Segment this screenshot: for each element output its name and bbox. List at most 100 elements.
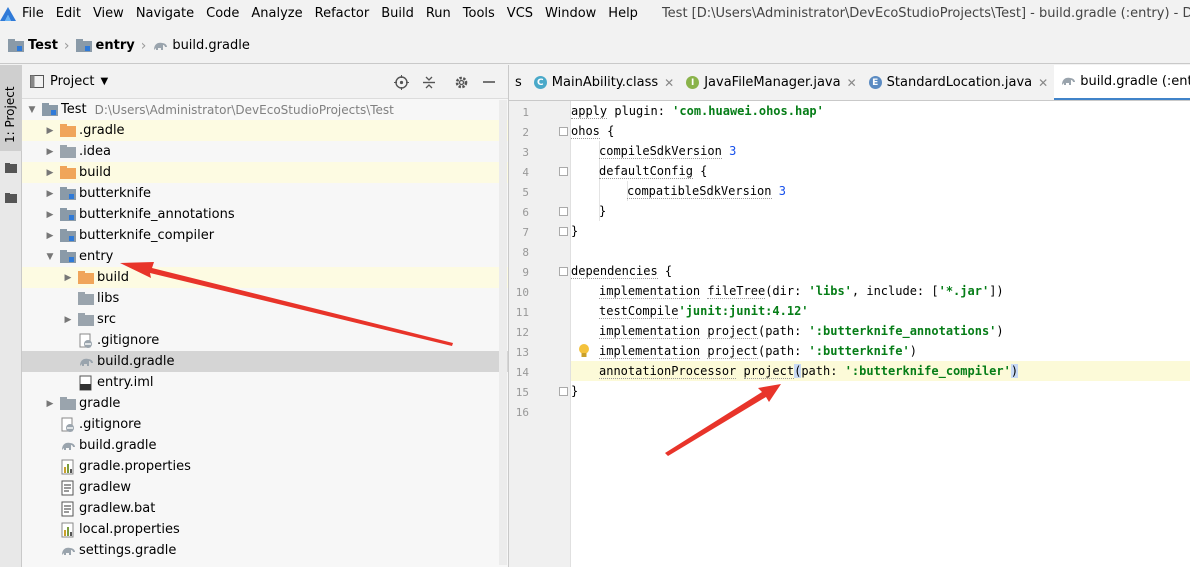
line-number: 9 [522,266,529,279]
vertical-scrollbar[interactable] [499,100,507,565]
code-token: ':butterknife_annotations' [808,324,997,338]
breadcrumb-item-test[interactable]: Test [8,28,58,64]
locate-icon[interactable] [392,73,410,91]
code-token: 3 [778,184,786,198]
menu-code[interactable]: Code [200,0,245,28]
close-icon[interactable]: ✕ [1038,76,1048,90]
tree-row[interactable]: build.gradle [22,435,508,456]
tab-label: build.gradle (:entry [1080,73,1190,89]
code-line-12: implementation project(path: ':butterkni… [599,321,1004,341]
line-number: 2 [522,126,529,139]
code-token: project [707,324,758,339]
tree-row[interactable]: entry.iml [22,372,508,393]
expand-right-icon[interactable]: ▶ [44,183,56,204]
menu-navigate[interactable]: Navigate [130,0,200,28]
tree-row[interactable]: libs [22,288,508,309]
minimize-icon[interactable] [480,73,498,91]
code-line-1: apply plugin: 'com.huawei.ohos.hap' [571,101,824,121]
code-token: path: [801,364,845,378]
tab-overflow[interactable]: s [509,65,528,100]
module-folder-icon [60,249,76,265]
fold-marker-icon[interactable] [559,267,568,276]
menu-window[interactable]: Window [539,0,602,28]
tab-standard-location[interactable]: E StandardLocation.java ✕ [863,65,1055,100]
menu-refactor[interactable]: Refactor [309,0,376,28]
code-editor[interactable]: apply plugin: 'com.huawei.ohos.hap' ohos… [571,101,1190,567]
tree-row[interactable]: ▶ gradle [22,393,508,414]
gear-icon[interactable] [452,73,470,91]
expand-right-icon[interactable]: ▶ [44,204,56,225]
menu-analyze[interactable]: Analyze [245,0,308,28]
expand-right-icon[interactable]: ▶ [44,162,56,183]
tree-row[interactable]: .gitignore [22,330,508,351]
fold-marker-icon[interactable] [559,227,568,236]
expand-right-icon[interactable]: ▶ [62,267,74,288]
interface-icon: I [686,76,700,89]
tab-main-ability-class[interactable]: C MainAbility.class ✕ [528,65,680,100]
tab-java-file-manager[interactable]: I JavaFileManager.java ✕ [680,65,862,100]
properties-file-icon [60,522,76,538]
tree-item-label: build [79,165,111,180]
tree-item-label: src [97,312,116,327]
tool-window-stripe: 1: Project [0,65,22,567]
folder-icon[interactable] [5,193,17,203]
fold-marker-icon[interactable] [559,207,568,216]
menu-help[interactable]: Help [602,0,644,28]
expand-right-icon[interactable]: ▶ [44,120,56,141]
project-panel: Project ▼ ▼ Test D:\Users\Administrator\De… [22,65,509,567]
fold-marker-icon[interactable] [559,387,568,396]
editor-gutter[interactable]: 1 2 3 4 5 6 7 8 9 10 11 12 13 14 15 16 [509,101,589,567]
chevron-down-icon[interactable]: ▼ [100,76,108,87]
tab-build-gradle-entry[interactable]: build.gradle (:entry [1054,65,1190,100]
menu-build[interactable]: Build [375,0,420,28]
expand-down-icon[interactable]: ▼ [44,246,56,267]
close-icon[interactable]: ✕ [847,76,857,90]
menu-edit[interactable]: Edit [50,0,87,28]
tree-row[interactable]: ▶ build [22,162,508,183]
tree-row[interactable]: ▶ butterknife_compiler [22,225,508,246]
menu-file[interactable]: File [16,0,50,28]
fold-marker-icon[interactable] [559,167,568,176]
breadcrumb-item-entry[interactable]: entry [75,28,135,64]
excluded-folder-icon [78,270,94,286]
line-number: 16 [515,406,529,419]
expand-down-icon[interactable]: ▼ [26,99,38,120]
tree-row[interactable]: settings.gradle [22,540,508,561]
menu-run[interactable]: Run [420,0,457,28]
tree-row[interactable]: ▼ Test D:\Users\Administrator\DevEcoStudio… [22,99,508,120]
menu-tools[interactable]: Tools [457,0,501,28]
tree-row[interactable]: ▶ butterknife_annotations [22,204,508,225]
code-token: , include: [ [851,284,939,298]
project-view-selector[interactable]: Project [50,74,94,89]
folder-icon[interactable] [5,163,17,173]
editor-tab-bar: s C MainAbility.class ✕ I JavaFileManage… [509,65,1190,101]
tree-row[interactable]: gradlew.bat [22,498,508,519]
tree-row[interactable]: local.properties [22,519,508,540]
expand-right-icon[interactable]: ▶ [44,225,56,246]
tree-row[interactable]: ▶ butterknife [22,183,508,204]
menu-view[interactable]: View [87,0,130,28]
tree-row[interactable]: gradle.properties [22,456,508,477]
code-token: dependencies [571,264,658,279]
tree-row[interactable]: ▶ src [22,309,508,330]
close-icon[interactable]: ✕ [664,76,674,90]
breadcrumb-item-build-gradle[interactable]: build.gradle [152,28,250,64]
fold-marker-icon[interactable] [559,127,568,136]
expand-right-icon[interactable]: ▶ [44,393,56,414]
menu-vcs[interactable]: VCS [501,0,539,28]
tree-row[interactable]: .gitignore [22,414,508,435]
tree-row[interactable]: build.gradle [22,351,508,372]
tree-row[interactable]: ▶ build [22,267,508,288]
tree-row[interactable]: ▶ .idea [22,141,508,162]
tree-row[interactable]: ▼ entry [22,246,508,267]
expand-right-icon[interactable]: ▶ [44,141,56,162]
line-number: 5 [522,186,529,199]
project-tool-button[interactable]: 1: Project [0,65,22,151]
expand-right-icon[interactable]: ▶ [62,309,74,330]
collapse-all-icon[interactable] [420,73,438,91]
tree-row[interactable]: ▶ .gradle [22,120,508,141]
tree-item-label: gradlew.bat [79,501,156,516]
tree-row[interactable]: gradlew [22,477,508,498]
